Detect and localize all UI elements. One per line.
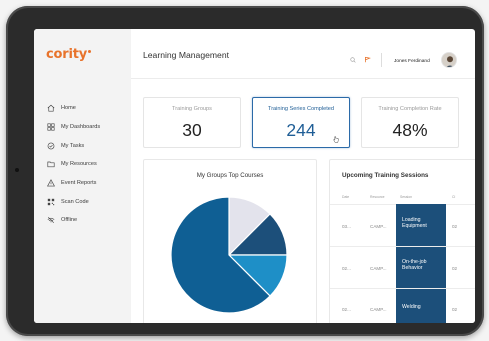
home-icon bbox=[46, 104, 55, 113]
sidebar-item-label: My Dashboards bbox=[61, 124, 101, 131]
main-content: Learning Management Jones Ferdinand Trai… bbox=[131, 29, 475, 323]
session-date: 03... bbox=[342, 224, 351, 229]
kpi-label: Training Groups bbox=[172, 106, 212, 112]
session-date: 02... bbox=[342, 307, 351, 312]
sidebar-item-my-resources[interactable]: My Resources bbox=[34, 155, 131, 174]
sidebar-item-label: Event Reports bbox=[61, 180, 97, 187]
top-header: Learning Management Jones Ferdinand bbox=[131, 29, 475, 79]
offline-icon bbox=[46, 216, 55, 225]
sidebar-item-my-tasks[interactable]: My Tasks bbox=[34, 136, 131, 155]
header-divider bbox=[381, 53, 382, 67]
column-header-session: Session bbox=[400, 195, 413, 199]
session-extra: 02 bbox=[452, 307, 458, 312]
user-name[interactable]: Jones Ferdinand bbox=[394, 59, 430, 64]
column-header-extra: Cl bbox=[452, 195, 456, 199]
sidebar: cority Home My Dashboards My Tasks My Re… bbox=[34, 29, 131, 323]
session-name[interactable]: On-the-job Behavior bbox=[402, 259, 444, 272]
sidebar-item-scan-code[interactable]: Scan Code bbox=[34, 192, 131, 211]
camera-dot bbox=[15, 168, 19, 172]
session-resource: CAMP... bbox=[370, 307, 387, 312]
search-icon[interactable] bbox=[350, 57, 356, 63]
warning-icon bbox=[46, 179, 55, 188]
kpi-label: Training Series Completed bbox=[267, 106, 335, 112]
row-divider-line bbox=[330, 288, 475, 289]
session-name-line: Equipment bbox=[402, 223, 427, 230]
sidebar-item-label: Scan Code bbox=[61, 198, 89, 205]
kpi-value: 48% bbox=[392, 120, 428, 140]
session-extra: 02 bbox=[452, 266, 458, 271]
session-name[interactable]: Loading Equipment bbox=[402, 217, 444, 230]
sidebar-item-label: My Tasks bbox=[61, 142, 85, 149]
session-name[interactable]: Welding bbox=[402, 304, 444, 310]
session-name-line: Welding bbox=[402, 304, 421, 310]
qr-code-icon bbox=[46, 197, 55, 206]
sidebar-item-label: Offline bbox=[61, 217, 78, 224]
upcoming-sessions-card: Upcoming Training Sessions Date Resource… bbox=[329, 159, 475, 323]
pie-card-title: My Groups Top Courses bbox=[196, 172, 264, 179]
kpi-training-groups[interactable]: Training Groups 30 bbox=[143, 97, 241, 148]
session-date: 02... bbox=[342, 266, 351, 271]
sidebar-nav: Home My Dashboards My Tasks My Resources… bbox=[34, 99, 131, 230]
top-courses-pie-chart[interactable] bbox=[168, 194, 290, 316]
tasks-icon bbox=[46, 141, 55, 150]
session-extra: 02 bbox=[452, 224, 458, 229]
sidebar-item-label: My Resources bbox=[61, 161, 97, 168]
folder-icon bbox=[46, 160, 55, 169]
kpi-value: 30 bbox=[182, 120, 202, 140]
sidebar-item-offline[interactable]: Offline bbox=[34, 211, 131, 230]
sidebar-item-my-dashboards[interactable]: My Dashboards bbox=[34, 118, 131, 137]
sidebar-item-home[interactable]: Home bbox=[34, 99, 131, 118]
avatar[interactable] bbox=[441, 52, 457, 68]
sidebar-item-event-reports[interactable]: Event Reports bbox=[34, 174, 131, 193]
session-name-line: Behavior bbox=[402, 265, 423, 272]
cority-logo[interactable]: cority bbox=[46, 47, 91, 62]
app-screen: cority Home My Dashboards My Tasks My Re… bbox=[34, 29, 475, 323]
sidebar-item-label: Home bbox=[61, 105, 76, 112]
session-resource: CAMP... bbox=[370, 266, 387, 271]
row-divider-line bbox=[330, 246, 475, 247]
flag-icon[interactable] bbox=[364, 56, 371, 63]
page-title: Learning Management bbox=[143, 50, 229, 60]
kpi-label: Training Completion Rate bbox=[378, 106, 442, 112]
session-resource: CAMP... bbox=[370, 224, 387, 229]
kpi-training-completion-rate[interactable]: Training Completion Rate 48% bbox=[361, 97, 459, 148]
column-header-resource: Resource bbox=[370, 195, 385, 199]
kpi-training-series-completed[interactable]: Training Series Completed 244 bbox=[252, 97, 350, 148]
tablet-frame: cority Home My Dashboards My Tasks My Re… bbox=[6, 6, 484, 336]
top-courses-card: My Groups Top Courses bbox=[143, 159, 317, 323]
hand-cursor-icon bbox=[333, 136, 339, 143]
sessions-title: Upcoming Training Sessions bbox=[342, 172, 429, 179]
dashboard-icon bbox=[46, 123, 55, 132]
column-header-date: Date bbox=[342, 195, 350, 199]
